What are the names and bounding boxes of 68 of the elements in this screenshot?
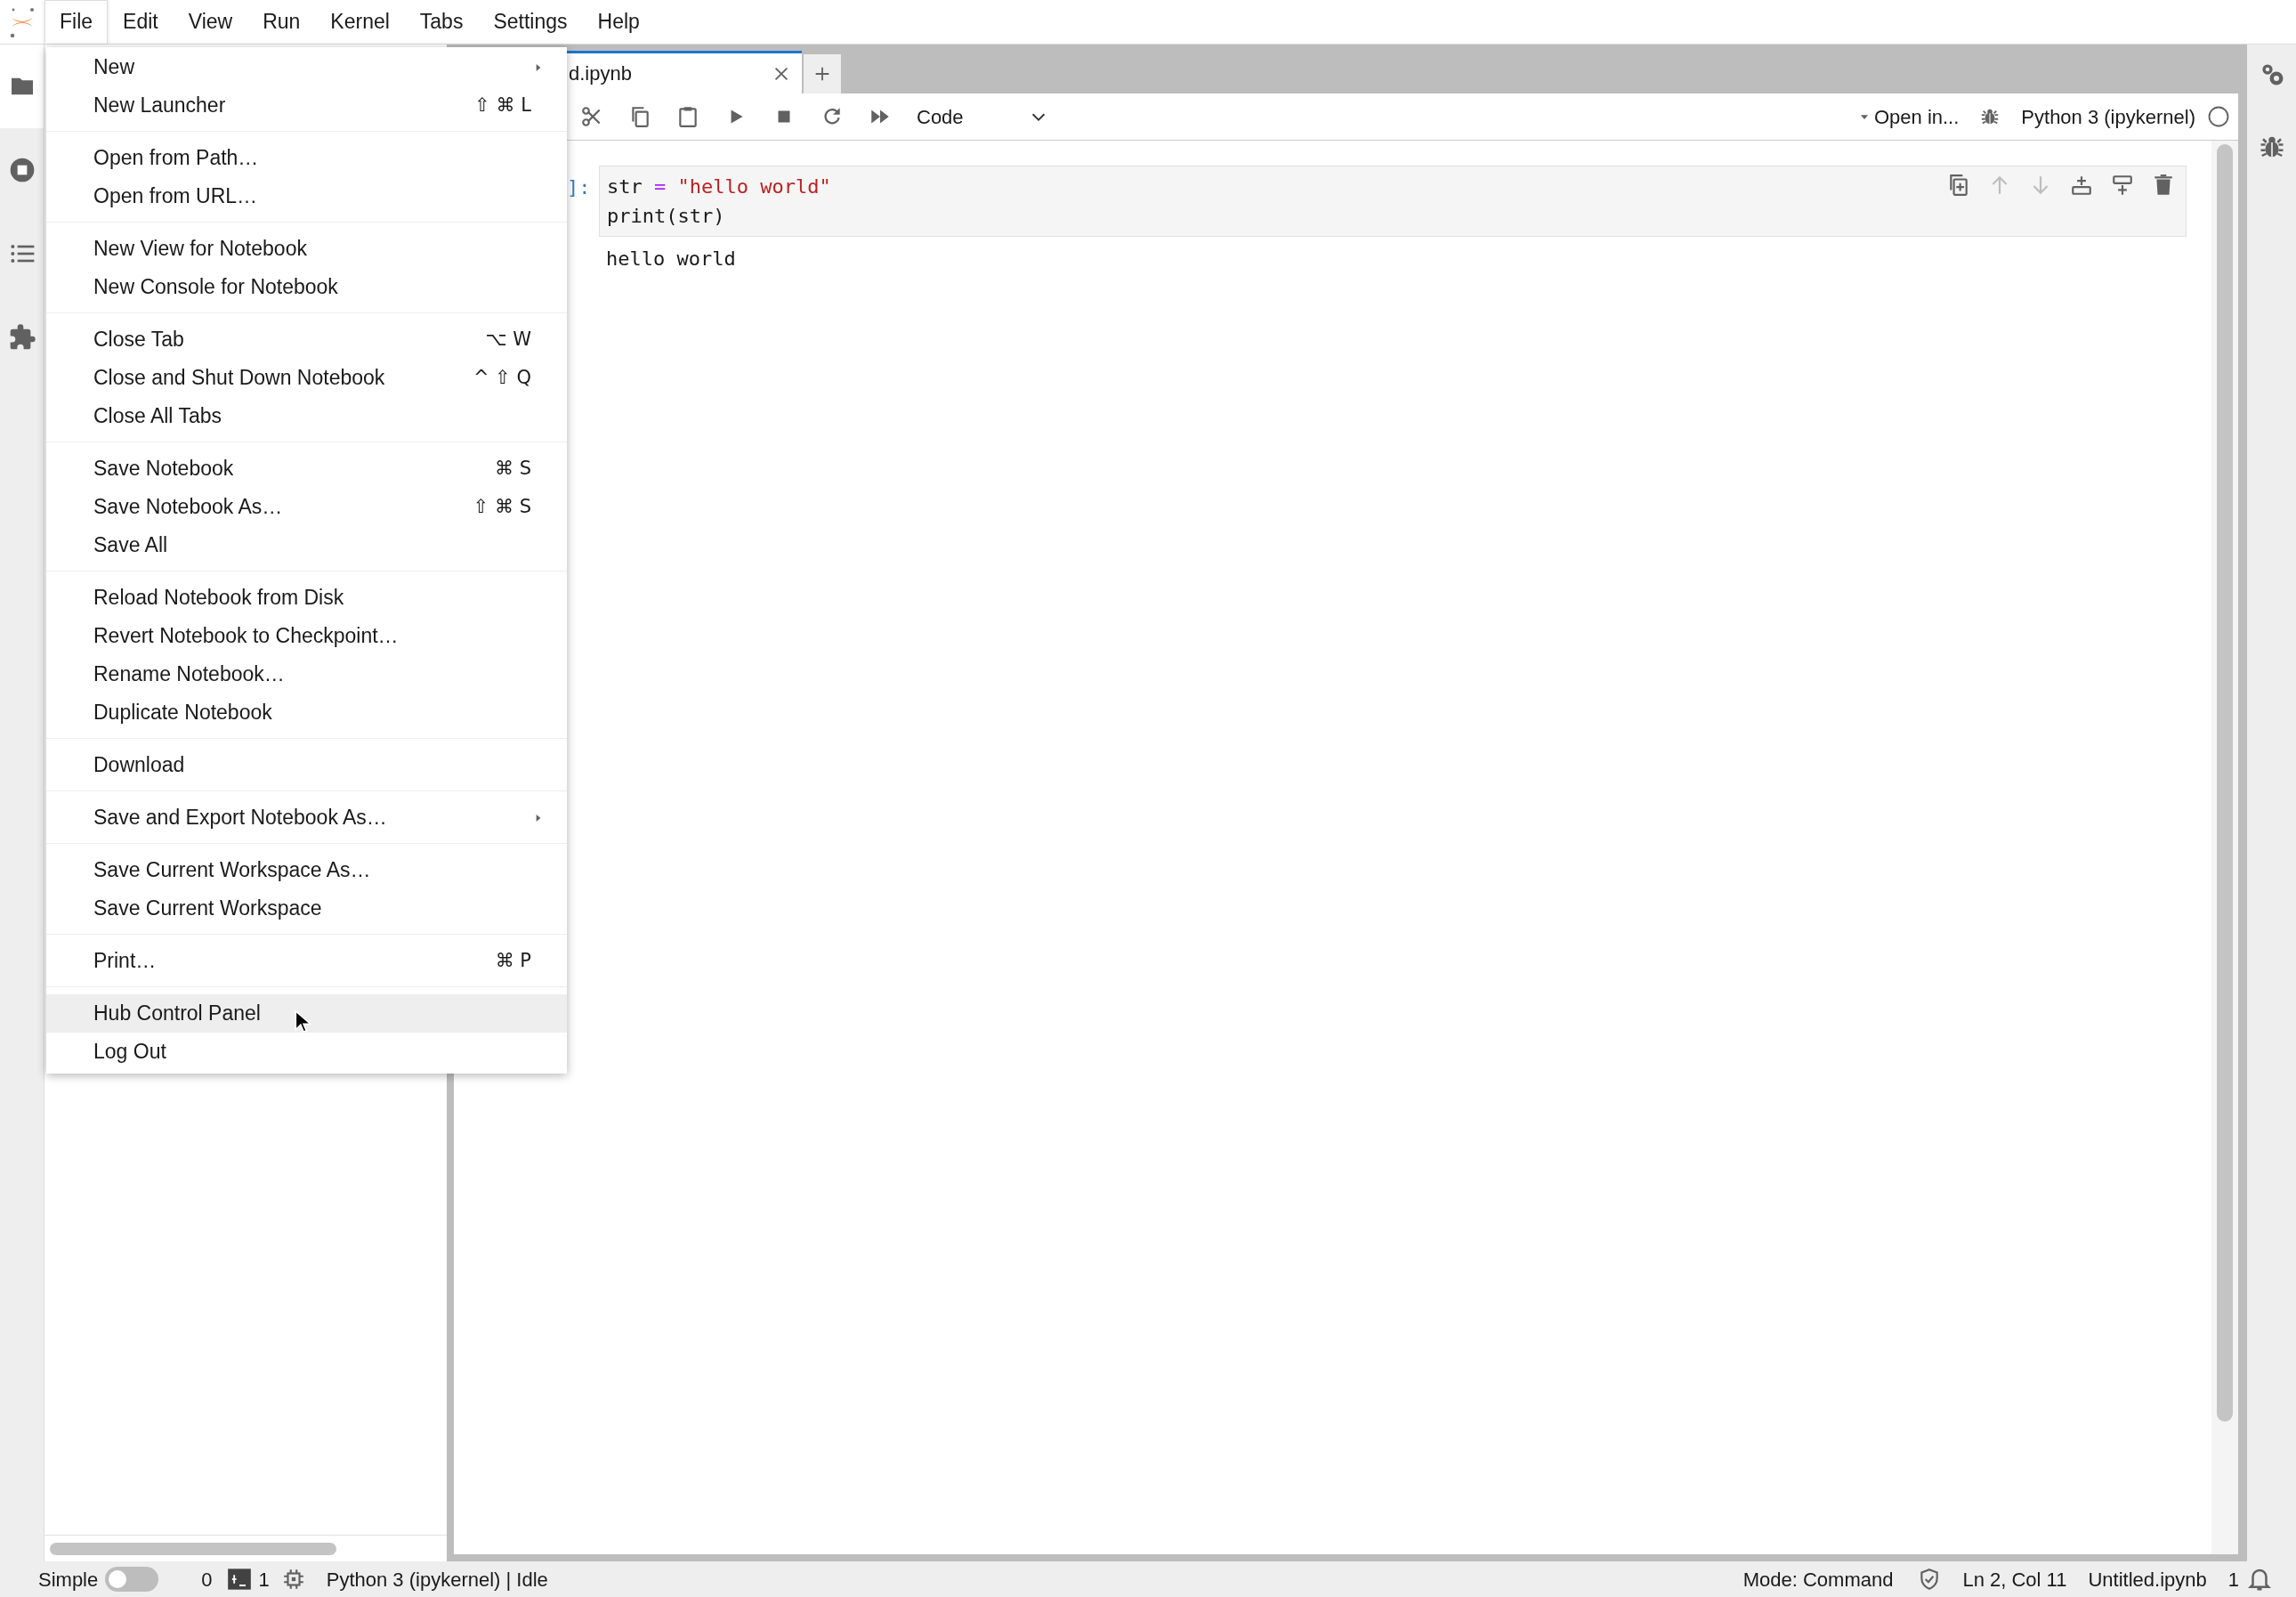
menu-item[interactable]: Hub Control Panel <box>46 994 567 1033</box>
terminal-count[interactable]: 0 <box>201 1564 213 1594</box>
notification-count[interactable]: 1 <box>2227 1564 2239 1594</box>
tab-label: d.ipynb <box>569 61 632 86</box>
menu-item[interactable]: New Launcher ⇧ ⌘ L <box>46 86 567 125</box>
clipboard-icon[interactable] <box>676 105 699 128</box>
menu-item[interactable]: Rename Notebook… <box>46 655 567 693</box>
menu-item[interactable]: Log Out <box>46 1033 567 1071</box>
insert-below-icon[interactable] <box>2070 174 2093 197</box>
shortcut-text: ⇧ ⌘ S <box>473 494 532 519</box>
menu-item[interactable]: New Console for Notebook <box>46 268 567 306</box>
menu-item[interactable]: Print… ⌘ P <box>46 942 567 980</box>
terminal-icon[interactable] <box>226 1567 252 1592</box>
menu-item[interactable]: Download <box>46 746 567 784</box>
menu-item[interactable]: Save All <box>46 526 567 564</box>
menu[interactable]: Kernel <box>315 0 405 44</box>
shortcut-text: ⌥ W <box>485 327 532 352</box>
menu[interactable]: File <box>44 0 109 44</box>
menu[interactable]: Help <box>582 0 655 44</box>
cursor-position[interactable]: Ln 2, Col 11 <box>1962 1564 2067 1594</box>
menu-item[interactable]: Close Tab ⌥ W <box>46 320 567 359</box>
menu[interactable]: Edit <box>108 0 174 44</box>
menu-item[interactable]: Save and Export Notebook As… <box>46 798 567 837</box>
menu-item[interactable]: Close and Shut Down Notebook ^ ⇧ Q <box>46 359 567 397</box>
code-line: print(str) <box>607 204 725 229</box>
code-cell[interactable]: str = "hello world" print(str) <box>599 166 2187 237</box>
mode-label: Simple <box>38 1567 99 1593</box>
shortcut-text: ⌘ P <box>495 948 532 973</box>
menu-item[interactable]: Save Notebook ⌘ S <box>46 450 567 488</box>
open-in-button[interactable]: Open in... <box>1857 101 1960 132</box>
mode-status[interactable]: Mode: Command <box>1742 1564 1894 1594</box>
scrollbar-thumb[interactable] <box>2217 144 2233 1422</box>
menu-item[interactable]: New <box>46 48 567 86</box>
menu[interactable]: View <box>173 0 248 44</box>
bug-icon[interactable] <box>1980 107 2001 126</box>
menu[interactable]: Run <box>247 0 316 44</box>
cpu-icon[interactable] <box>281 1568 305 1591</box>
shortcut-text: ⌘ S <box>495 456 532 481</box>
menu-item[interactable]: Save Current Workspace <box>46 889 567 928</box>
kernel-count[interactable]: 1 <box>258 1564 270 1594</box>
menu-item[interactable]: Open from URL… <box>46 177 567 215</box>
menu-item[interactable]: Duplicate Notebook <box>46 693 567 732</box>
menu-item[interactable]: Reload Notebook from Disk <box>46 579 567 617</box>
menu-item[interactable]: Save Notebook As… ⇧ ⌘ S <box>46 488 567 526</box>
cursor-icon <box>293 1009 312 1035</box>
code-line: str = "hello world" <box>607 174 831 199</box>
cell-prompt: ]: <box>567 175 592 200</box>
trash-icon[interactable] <box>2152 174 2175 197</box>
file-name[interactable]: Untitled.ipynb <box>2088 1564 2207 1594</box>
menu-item[interactable]: Open from Path… <box>46 139 567 177</box>
menu-item[interactable]: Close All Tabs <box>46 397 567 435</box>
menu[interactable]: Tabs <box>404 0 479 44</box>
scrollbar-thumb[interactable] <box>50 1542 336 1555</box>
menu-item[interactable]: Revert Notebook to Checkpoint… <box>46 617 567 655</box>
tab[interactable]: d.ipynb <box>567 51 802 93</box>
kernel-status[interactable]: Python 3 (ipykernel) | Idle <box>326 1564 548 1594</box>
menu[interactable]: Settings <box>478 0 583 44</box>
insert-above-icon[interactable] <box>2111 174 2134 197</box>
new-tab-button[interactable] <box>804 54 841 93</box>
menu-item[interactable]: New View for Notebook <box>46 230 567 268</box>
shortcut-text: ^ ⇧ Q <box>473 365 532 390</box>
cell-output: hello world <box>605 247 737 272</box>
duplicate-icon[interactable] <box>1947 174 1970 197</box>
kernel-name[interactable]: Python 3 (ipykernel) <box>2021 101 2195 132</box>
cell-type-dropdown[interactable]: Code <box>911 98 1054 135</box>
toggle-switch[interactable] <box>105 1567 159 1592</box>
shortcut-text: ⇧ ⌘ L <box>474 93 532 118</box>
menu-item[interactable]: Save Current Workspace As… <box>46 851 567 889</box>
